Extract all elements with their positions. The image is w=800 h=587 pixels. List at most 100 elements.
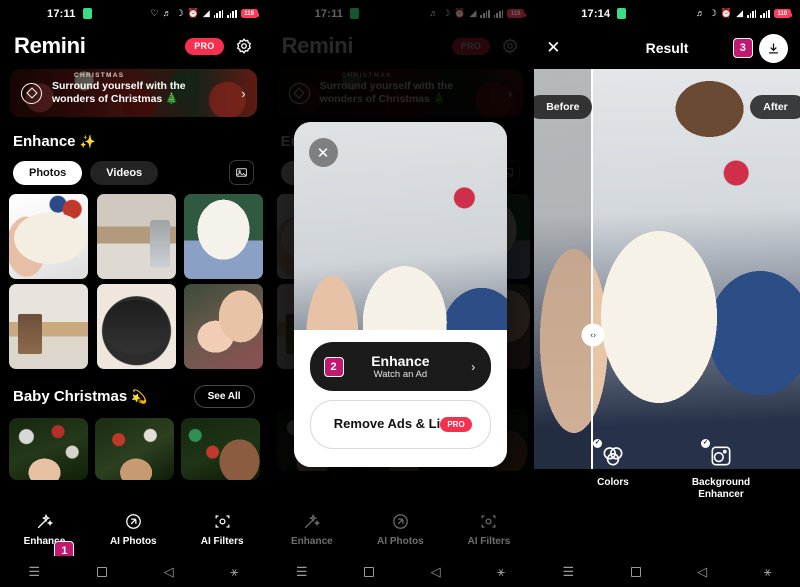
nav-item-enhance[interactable]: Enhance xyxy=(268,511,357,547)
diamond-icon xyxy=(21,82,42,104)
signal-bars-icon xyxy=(213,9,224,18)
wifi-icon: ◢ xyxy=(202,8,210,18)
wifi-icon: ◢ xyxy=(736,8,744,18)
see-all-button[interactable]: See All xyxy=(193,385,255,408)
headphones-icon: ♡ xyxy=(150,8,159,18)
gear-icon[interactable] xyxy=(235,37,253,55)
status-icons: ♬ ☽ ⏰ ◢ 110 xyxy=(695,8,793,18)
nav-item-ai-filters[interactable]: AI Filters xyxy=(178,511,267,547)
compare-slider-handle[interactable]: ‹ › xyxy=(581,323,605,347)
signal-bars-icon xyxy=(760,9,770,18)
close-icon[interactable]: ✕ xyxy=(546,38,560,58)
accessibility-icon[interactable]: ⚹ xyxy=(230,564,238,580)
tool-label: Background Enhancer xyxy=(691,477,751,500)
before-after-image[interactable]: Before After xyxy=(534,69,800,469)
background-enhancer-icon: ✓ xyxy=(700,439,736,470)
photo-thumbnail[interactable] xyxy=(184,194,264,279)
result-tools: ✓ Colors ✓ Background Enhancer xyxy=(534,439,800,501)
system-navigation-bar: ☰ ◁ ⚹ xyxy=(534,556,800,587)
panel-result: 17:14 ♬ ☽ ⏰ ◢ 110 ✕ Result 3 Before Afte… xyxy=(533,0,800,587)
ai-filters-icon xyxy=(479,511,498,531)
status-indicator-chip xyxy=(617,8,627,19)
pro-badge-button[interactable]: PRO xyxy=(185,37,224,55)
nav-label: Enhance xyxy=(291,536,333,547)
colors-icon: ✓ xyxy=(592,439,628,470)
photo-thumbnail[interactable] xyxy=(9,194,88,279)
back-icon[interactable]: ◁ xyxy=(164,564,174,580)
nav-label: AI Filters xyxy=(467,536,511,547)
nav-item-enhance[interactable]: Enhance 1 xyxy=(0,511,89,561)
photo-thumbnail[interactable] xyxy=(96,194,176,279)
tab-videos[interactable]: Videos xyxy=(90,160,159,185)
gallery-icon[interactable] xyxy=(228,160,254,185)
photo-thumbnail[interactable] xyxy=(96,284,176,369)
enhance-button-sublabel: Watch an Ad xyxy=(373,369,428,381)
ai-photos-icon xyxy=(391,511,410,531)
home-square-icon[interactable] xyxy=(364,566,375,577)
before-region xyxy=(534,69,593,469)
check-icon: ✓ xyxy=(700,439,710,448)
system-navigation-bar: ☰ ◁ ⚹ xyxy=(0,556,267,587)
battery-icon: 119 xyxy=(240,9,260,18)
home-square-icon[interactable] xyxy=(630,566,641,577)
photo-thumbnail[interactable] xyxy=(184,284,264,369)
chevron-right-icon: › xyxy=(241,85,246,101)
magic-wand-icon xyxy=(302,511,321,531)
app-header: Remini PRO xyxy=(0,27,267,69)
system-navigation-bar: ☰ ◁ ⚹ xyxy=(267,556,534,587)
accessibility-icon[interactable]: ⚹ xyxy=(764,564,772,580)
signal-bars-icon xyxy=(227,9,237,18)
menu-icon[interactable]: ☰ xyxy=(562,564,574,580)
nav-label: AI Photos xyxy=(109,536,157,547)
tab-photos[interactable]: Photos xyxy=(13,160,83,185)
sparkle-icon: ✨ xyxy=(79,133,96,149)
baby-christmas-title: Baby Christmas xyxy=(13,388,128,405)
result-header: ✕ Result 3 xyxy=(534,27,800,69)
remove-ads-button[interactable]: Remove Ads & Limits PRO xyxy=(309,400,492,449)
tool-label: Colors xyxy=(597,477,629,488)
annotation-badge-2: 2 xyxy=(323,356,344,377)
annotation-badge-3: 3 xyxy=(732,38,753,58)
check-icon: ✓ xyxy=(592,439,602,448)
shooting-star-icon: 💫 xyxy=(131,388,148,404)
photo-thumbnail[interactable] xyxy=(95,418,174,480)
headphones-icon: ♬ xyxy=(695,8,705,18)
photo-thumbnail[interactable] xyxy=(9,284,88,369)
tool-colors[interactable]: ✓ Colors xyxy=(576,439,650,501)
nav-item-ai-filters[interactable]: AI Filters xyxy=(445,511,534,547)
close-icon[interactable]: ✕ xyxy=(308,138,338,167)
nav-label: AI Filters xyxy=(200,536,244,547)
photo-thumbnail[interactable] xyxy=(181,418,260,480)
back-icon[interactable]: ◁ xyxy=(431,564,441,580)
panel-home: 17:11 ♡ ♬ ☽ ⏰ ◢ 119 Remini PRO CHRISTMAS… xyxy=(0,0,267,587)
photo-thumbnail[interactable] xyxy=(9,418,88,480)
alarm-icon: ⏰ xyxy=(720,8,733,18)
modal-actions: 2 Enhance Watch an Ad › Remove Ads & Lim… xyxy=(293,330,508,467)
nav-item-ai-photos[interactable]: AI Photos xyxy=(356,511,445,547)
home-square-icon[interactable] xyxy=(96,566,107,577)
signal-bars-icon xyxy=(747,9,757,18)
headphones-icon: ♬ xyxy=(162,8,172,18)
menu-icon[interactable]: ☰ xyxy=(296,564,308,580)
enhance-section-title: Enhance ✨ xyxy=(13,133,96,150)
enhance-modal: ✕ 2 Enhance Watch an Ad › Remove Ads & L… xyxy=(293,122,508,467)
download-icon[interactable] xyxy=(758,33,788,63)
baby-christmas-row xyxy=(0,408,267,480)
christmas-banner[interactable]: CHRISTMAS Surround yourself with the won… xyxy=(10,69,257,117)
enhance-button-label: Enhance xyxy=(371,352,430,369)
chevron-right-icon: › xyxy=(471,359,476,374)
status-bar: 17:11 ♡ ♬ ☽ ⏰ ◢ 119 xyxy=(0,0,267,27)
tool-background-enhancer[interactable]: ✓ Background Enhancer xyxy=(684,439,758,501)
screenshot-stage: 17:11 ♡ ♬ ☽ ⏰ ◢ 119 Remini PRO CHRISTMAS… xyxy=(0,0,800,587)
accessibility-icon[interactable]: ⚹ xyxy=(497,564,505,580)
nav-item-ai-photos[interactable]: AI Photos xyxy=(89,511,178,547)
menu-icon[interactable]: ☰ xyxy=(28,564,40,580)
status-indicator-chip xyxy=(82,8,92,19)
battery-icon: 110 xyxy=(773,9,793,18)
photo-grid xyxy=(0,185,267,369)
status-time: 17:14 xyxy=(581,7,611,20)
enhance-watch-ad-button[interactable]: 2 Enhance Watch an Ad › xyxy=(309,342,492,391)
back-icon[interactable]: ◁ xyxy=(697,564,707,580)
banner-text: Surround yourself with the wonders of Ch… xyxy=(52,79,186,105)
bottom-navigation: Enhance AI Photos AI Filters xyxy=(267,502,534,556)
